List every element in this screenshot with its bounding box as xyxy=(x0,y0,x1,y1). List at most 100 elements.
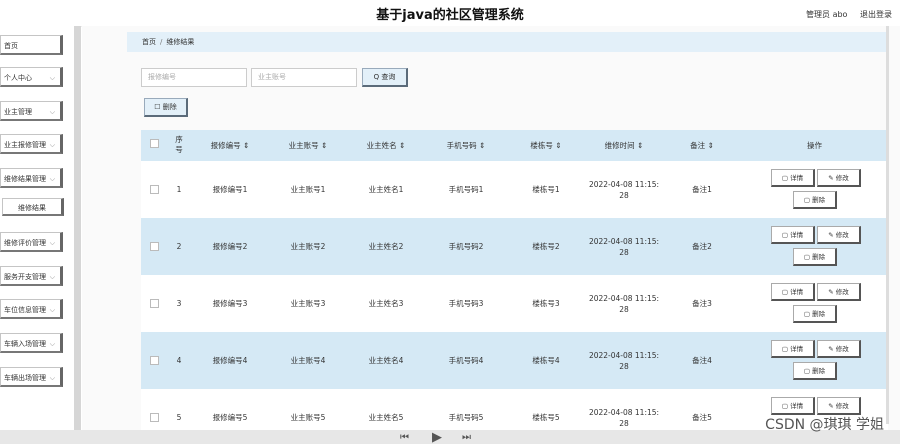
sidebar-item-label: 维修结果管理 xyxy=(4,175,46,183)
cell-repair-time: 2022-04-08 11:15: 28 xyxy=(588,236,660,257)
breadcrumb-home[interactable]: 首页 xyxy=(142,38,156,46)
sidebar-item-profile[interactable]: 个人中心 ⌵ xyxy=(0,67,63,87)
cell-index: 4 xyxy=(176,356,182,365)
chevron-down-icon: ⌵ xyxy=(49,306,55,314)
edit-button[interactable]: ✎ 修改 xyxy=(817,340,861,358)
table-row: 4 报修编号4 业主账号4 业主姓名4 手机号码4 楼栋号4 2022-04-0… xyxy=(141,332,888,389)
sidebar-item-label: 服务开支管理 xyxy=(4,273,46,281)
detail-button[interactable]: ▢ 详情 xyxy=(771,340,815,358)
col-owner-account[interactable]: 业主账号 ⇕ xyxy=(269,130,347,161)
sidebar: 首页 个人中心 ⌵ 业主管理 ⌵ 业主报修管理 ⌵ 维修结果管理 ⌵ 维修结果 维修评价… xyxy=(0,26,75,430)
col-repair-time[interactable]: 维修时间 ⇕ xyxy=(585,130,663,161)
cell-note: 备注5 xyxy=(692,413,712,422)
sidebar-item-home[interactable]: 首页 xyxy=(0,35,63,55)
main-scrollbar[interactable] xyxy=(886,26,889,424)
previous-icon[interactable]: ⏮ xyxy=(400,432,409,443)
sidebar-item-vehicle-exit[interactable]: 车辆出场管理 ⌵ xyxy=(0,367,63,387)
detail-button[interactable]: ▢ 详情 xyxy=(771,226,815,244)
detail-button[interactable]: ▢ 详情 xyxy=(771,397,815,415)
cell-phone: 手机号码4 xyxy=(448,356,484,365)
detail-button[interactable]: ▢ 详情 xyxy=(771,169,815,187)
chevron-down-icon: ⌵ xyxy=(49,175,55,183)
chevron-down-icon: ⌵ xyxy=(49,141,55,149)
delete-button[interactable]: ▢ 删除 xyxy=(793,248,837,266)
col-owner-name[interactable]: 业主姓名 ⇕ xyxy=(347,130,425,161)
cell-repair-time: 2022-04-08 11:15: 28 xyxy=(588,350,660,371)
table-row: 2 报修编号2 业主账号2 业主姓名2 手机号码2 楼栋号2 2022-04-0… xyxy=(141,218,888,275)
delete-button[interactable]: ▢ 删除 xyxy=(793,305,837,323)
col-repair-no[interactable]: 报修编号 ⇕ xyxy=(191,130,269,161)
sidebar-item-owners[interactable]: 业主管理 ⌵ xyxy=(0,101,63,121)
cell-repair-time: 2022-04-08 11:15: 28 xyxy=(588,179,660,200)
cell-owner-name: 业主姓名4 xyxy=(368,356,404,365)
cell-building: 楼栋号1 xyxy=(532,185,560,194)
cell-index: 5 xyxy=(176,413,182,422)
cell-note: 备注2 xyxy=(692,242,712,251)
cell-building: 楼栋号4 xyxy=(532,356,560,365)
sidebar-scrollbar[interactable] xyxy=(74,26,81,430)
breadcrumb-separator: / xyxy=(160,38,163,46)
edit-button[interactable]: ✎ 修改 xyxy=(817,226,861,244)
sidebar-item-label: 车辆入场管理 xyxy=(4,340,46,348)
cell-index: 3 xyxy=(176,299,182,308)
user-name: 管理员 abo xyxy=(806,10,848,19)
delete-button[interactable]: ▢ 删除 xyxy=(793,362,837,380)
cell-repair-time: 2022-04-08 11:15: 28 xyxy=(588,293,660,314)
user-area: 管理员 abo 退出登录 xyxy=(806,9,892,20)
row-checkbox[interactable] xyxy=(144,218,164,275)
detail-button[interactable]: ▢ 详情 xyxy=(771,283,815,301)
chevron-down-icon: ⌵ xyxy=(49,273,55,281)
cell-owner-name: 业主姓名3 xyxy=(368,299,404,308)
cell-phone: 手机号码1 xyxy=(448,185,484,194)
col-building[interactable]: 楼栋号 ⇕ xyxy=(507,130,585,161)
logout-link[interactable]: 退出登录 xyxy=(860,10,892,19)
cell-repair-no: 报修编号1 xyxy=(212,185,248,194)
cell-repair-no: 报修编号5 xyxy=(212,413,248,422)
cell-repair-time: 2022-04-08 11:15: 28 xyxy=(588,407,660,428)
play-icon[interactable]: ▶ xyxy=(432,430,442,445)
owner-account-search-input[interactable]: 业主账号 xyxy=(251,68,357,87)
breadcrumb: 首页 / 维修结果 xyxy=(127,32,887,52)
cell-owner-account: 业主账号2 xyxy=(290,242,326,251)
app-title: 基于java的社区管理系统 xyxy=(376,8,524,23)
search-button[interactable]: Q 查询 xyxy=(362,68,408,87)
sidebar-item-parking[interactable]: 车位信息管理 ⌵ xyxy=(0,299,63,319)
row-checkbox[interactable] xyxy=(144,275,164,332)
delete-button[interactable]: ▢ 删除 xyxy=(793,191,837,209)
sidebar-item-repair-results[interactable]: 维修结果管理 ⌵ xyxy=(0,168,63,188)
sidebar-item-label: 车辆出场管理 xyxy=(4,374,46,382)
repair-no-search-input[interactable]: 报修编号 xyxy=(141,68,247,87)
next-icon[interactable]: ⏭ xyxy=(462,432,471,443)
edit-button[interactable]: ✎ 修改 xyxy=(817,283,861,301)
select-all-checkbox[interactable] xyxy=(144,130,164,161)
cell-phone: 手机号码2 xyxy=(448,242,484,251)
row-checkbox[interactable] xyxy=(144,389,164,430)
cell-building: 楼栋号2 xyxy=(532,242,560,251)
sidebar-item-label: 维修评价管理 xyxy=(4,239,46,247)
col-phone[interactable]: 手机号码 ⇕ xyxy=(425,130,507,161)
sidebar-subitem-repair-results[interactable]: 维修结果 xyxy=(2,198,64,216)
row-checkbox[interactable] xyxy=(144,161,164,218)
chevron-down-icon: ⌵ xyxy=(49,374,55,382)
sidebar-item-repair-reviews[interactable]: 维修评价管理 ⌵ xyxy=(0,232,63,252)
sidebar-item-vehicle-entry[interactable]: 车辆入场管理 ⌵ xyxy=(0,333,63,353)
cell-owner-account: 业主账号1 xyxy=(290,185,326,194)
cell-building: 楼栋号3 xyxy=(532,299,560,308)
cell-owner-account: 业主账号5 xyxy=(290,413,326,422)
sidebar-item-repair-requests[interactable]: 业主报修管理 ⌵ xyxy=(0,134,63,154)
row-checkbox[interactable] xyxy=(144,332,164,389)
cell-index: 1 xyxy=(176,185,182,194)
col-actions: 操作 xyxy=(807,141,822,150)
edit-button[interactable]: ✎ 修改 xyxy=(817,169,861,187)
cell-phone: 手机号码3 xyxy=(448,299,484,308)
edit-button[interactable]: ✎ 修改 xyxy=(817,397,861,415)
sidebar-item-service-expenses[interactable]: 服务开支管理 ⌵ xyxy=(0,266,63,286)
cell-owner-name: 业主姓名5 xyxy=(368,413,404,422)
batch-delete-button[interactable]: ☐ 删除 xyxy=(144,98,188,117)
cell-repair-no: 报修编号4 xyxy=(212,356,248,365)
table-header: 序号 报修编号 ⇕ 业主账号 ⇕ 业主姓名 ⇕ 手机号码 ⇕ 楼栋号 ⇕ 维修时… xyxy=(141,130,888,161)
chevron-down-icon: ⌵ xyxy=(49,340,55,348)
col-note[interactable]: 备注 ⇕ xyxy=(663,130,741,161)
cell-note: 备注1 xyxy=(692,185,712,194)
cell-repair-no: 报修编号2 xyxy=(212,242,248,251)
